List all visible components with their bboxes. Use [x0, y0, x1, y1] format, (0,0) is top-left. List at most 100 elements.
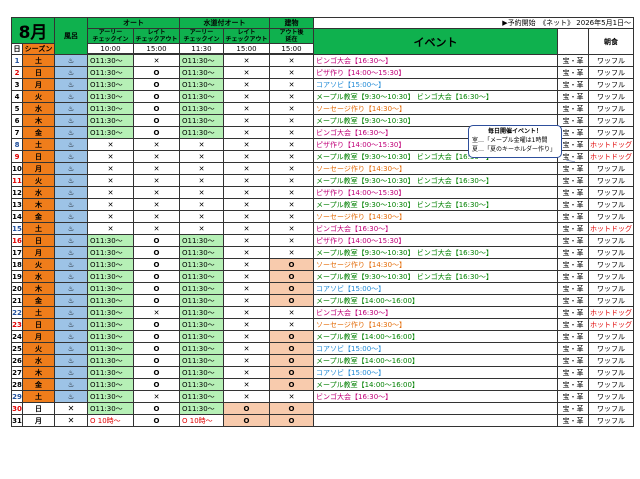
table-row: 4 火 ♨ O11:30～ O O11:30～ ✕ ✕ メープル教室【9:30～10:30】 ビ…: [11, 90, 635, 103]
weekday-cell: 火: [22, 258, 55, 271]
cabin-cell: ✕: [269, 162, 314, 175]
weekday-cell: 水: [22, 102, 55, 115]
event-cell: ピザ作り【14:00～15:30】: [313, 186, 558, 199]
water-late-cell: ✕: [223, 366, 270, 379]
event-cell: ビンゴ大会【16:30～】: [313, 222, 558, 235]
water-late-cell: ✕: [223, 186, 270, 199]
water-late-cell: ✕: [223, 90, 270, 103]
water-late-cell: ✕: [223, 270, 270, 283]
weekday-cell: 土: [22, 138, 55, 151]
auto-late-cell: O: [133, 246, 180, 259]
water-late-cell: ✕: [223, 354, 270, 367]
auto-late-cell: O: [133, 402, 180, 415]
water-late-cell: ✕: [223, 138, 270, 151]
water-early-cell: O11:30～: [179, 390, 224, 403]
day-cell: 10: [11, 162, 23, 175]
auto-late-cell: O: [133, 234, 180, 247]
bath-cell: ♨: [54, 318, 88, 331]
cabin-cell: ✕: [269, 246, 314, 259]
event-cell: ソーセージ作り【14:30～】: [313, 258, 558, 271]
table-row: 1 土 ♨ O11:30～ ✕ O11:30～ ✕ ✕ ビンゴ大会【16:30～】 宝・革 ワッフル: [11, 54, 635, 67]
breakfast-cell: ワッフル: [587, 378, 635, 391]
breakfast-cell: ホットドッグ: [587, 138, 635, 151]
day-cell: 17: [11, 246, 23, 259]
tag-cell: 宝・革: [557, 414, 589, 427]
tag-cell: 宝・革: [557, 186, 589, 199]
auto-late-cell: O: [133, 270, 180, 283]
water-late-cell: ✕: [223, 390, 270, 403]
water-early-cell: O11:30～: [179, 66, 224, 79]
cabin-cell: ✕: [269, 306, 314, 319]
weekday-cell: 土: [22, 306, 55, 319]
water-late-cell: ✕: [223, 342, 270, 355]
auto-late-time: 15:00: [133, 43, 180, 54]
tag-cell: 宝・革: [557, 114, 589, 127]
bath-header: 風呂: [54, 17, 88, 55]
water-early-cell: O11:30～: [179, 354, 224, 367]
auto-early-cell: O11:30～: [87, 366, 134, 379]
auto-late-cell: O: [133, 342, 180, 355]
tag-cell: 宝・革: [557, 210, 589, 223]
table-row: 30 日 ✕ O11:30～ O O11:30～ O O 宝・革 ワッフル: [11, 402, 635, 415]
table-row: 27 木 ♨ O11:30～ O O11:30～ ✕ O コアソビ【15:00～】 宝・革 ワッフル: [11, 366, 635, 379]
auto-late-cell: ✕: [133, 174, 180, 187]
auto-early-cell: O11:30～: [87, 114, 134, 127]
water-late-cell: ✕: [223, 222, 270, 235]
auto-early-cell: O11:30～: [87, 126, 134, 139]
weekday-cell: 水: [22, 354, 55, 367]
day-cell: 16: [11, 234, 23, 247]
auto-early-cell: O11:30～: [87, 270, 134, 283]
tag-cell: 宝・革: [557, 330, 589, 343]
water-late-cell: ✕: [223, 210, 270, 223]
day-cell: 20: [11, 282, 23, 295]
auto-late-cell: O: [133, 318, 180, 331]
breakfast-cell: ワッフル: [587, 366, 635, 379]
table-row: 22 土 ♨ O11:30～ ✕ O11:30～ ✕ ✕ ビンゴ大会【16:30～】 宝・革 ホット…: [11, 306, 635, 319]
auto-late-cell: ✕: [133, 54, 180, 67]
water-early-cell: O11:30～: [179, 246, 224, 259]
day-cell: 18: [11, 258, 23, 271]
tag-cell: 宝・革: [557, 198, 589, 211]
breakfast-cell: ワッフル: [587, 114, 635, 127]
out-delay-header: アウト後 延在: [269, 28, 314, 44]
cabin-cell: ✕: [269, 234, 314, 247]
bath-cell: ♨: [54, 390, 88, 403]
bath-cell: ♨: [54, 102, 88, 115]
event-cell: ソーセージ作り【14:30～】: [313, 318, 558, 331]
table-row: 14 金 ♨ ✕ ✕ ✕ ✕ ✕ ソーセージ作り【14:30～】 宝・革 ワッフル: [11, 210, 635, 223]
cabin-cell: ✕: [269, 186, 314, 199]
day-cell: 11: [11, 174, 23, 187]
water-late-cell: ✕: [223, 282, 270, 295]
cabin-cell: O: [269, 294, 314, 307]
day-cell: 30: [11, 402, 23, 415]
cabin-cell: O: [269, 270, 314, 283]
water-early-cell: ✕: [179, 210, 224, 223]
auto-late-cell: O: [133, 354, 180, 367]
weekday-cell: 土: [22, 54, 55, 67]
day-cell: 6: [11, 114, 23, 127]
water-late-cell: ✕: [223, 102, 270, 115]
day-cell: 8: [11, 138, 23, 151]
water-late-cell: ✕: [223, 258, 270, 271]
auto-late-cell: O: [133, 78, 180, 91]
water-late-cell: ✕: [223, 318, 270, 331]
tag-cell: 宝・革: [557, 78, 589, 91]
bath-cell: ♨: [54, 378, 88, 391]
auto-late-cell: O: [133, 330, 180, 343]
water-late-cell: ✕: [223, 246, 270, 259]
bath-cell: ♨: [54, 270, 88, 283]
auto-late-cell: O: [133, 66, 180, 79]
water-early-time: 11:30: [179, 43, 224, 54]
bath-cell: ♨: [54, 78, 88, 91]
breakfast-cell: ホットドッグ: [587, 318, 635, 331]
water-group-header: 水道付オート: [179, 17, 270, 29]
water-early-cell: O11:30～: [179, 102, 224, 115]
bath-cell: ♨: [54, 354, 88, 367]
breakfast-cell: ワッフル: [587, 102, 635, 115]
auto-early-cell: O11:30～: [87, 78, 134, 91]
weekday-cell: 火: [22, 90, 55, 103]
water-late-cell: ✕: [223, 126, 270, 139]
auto-early-cell: O11:30～: [87, 234, 134, 247]
tag-cell: 宝・革: [557, 222, 589, 235]
day-cell: 29: [11, 390, 23, 403]
